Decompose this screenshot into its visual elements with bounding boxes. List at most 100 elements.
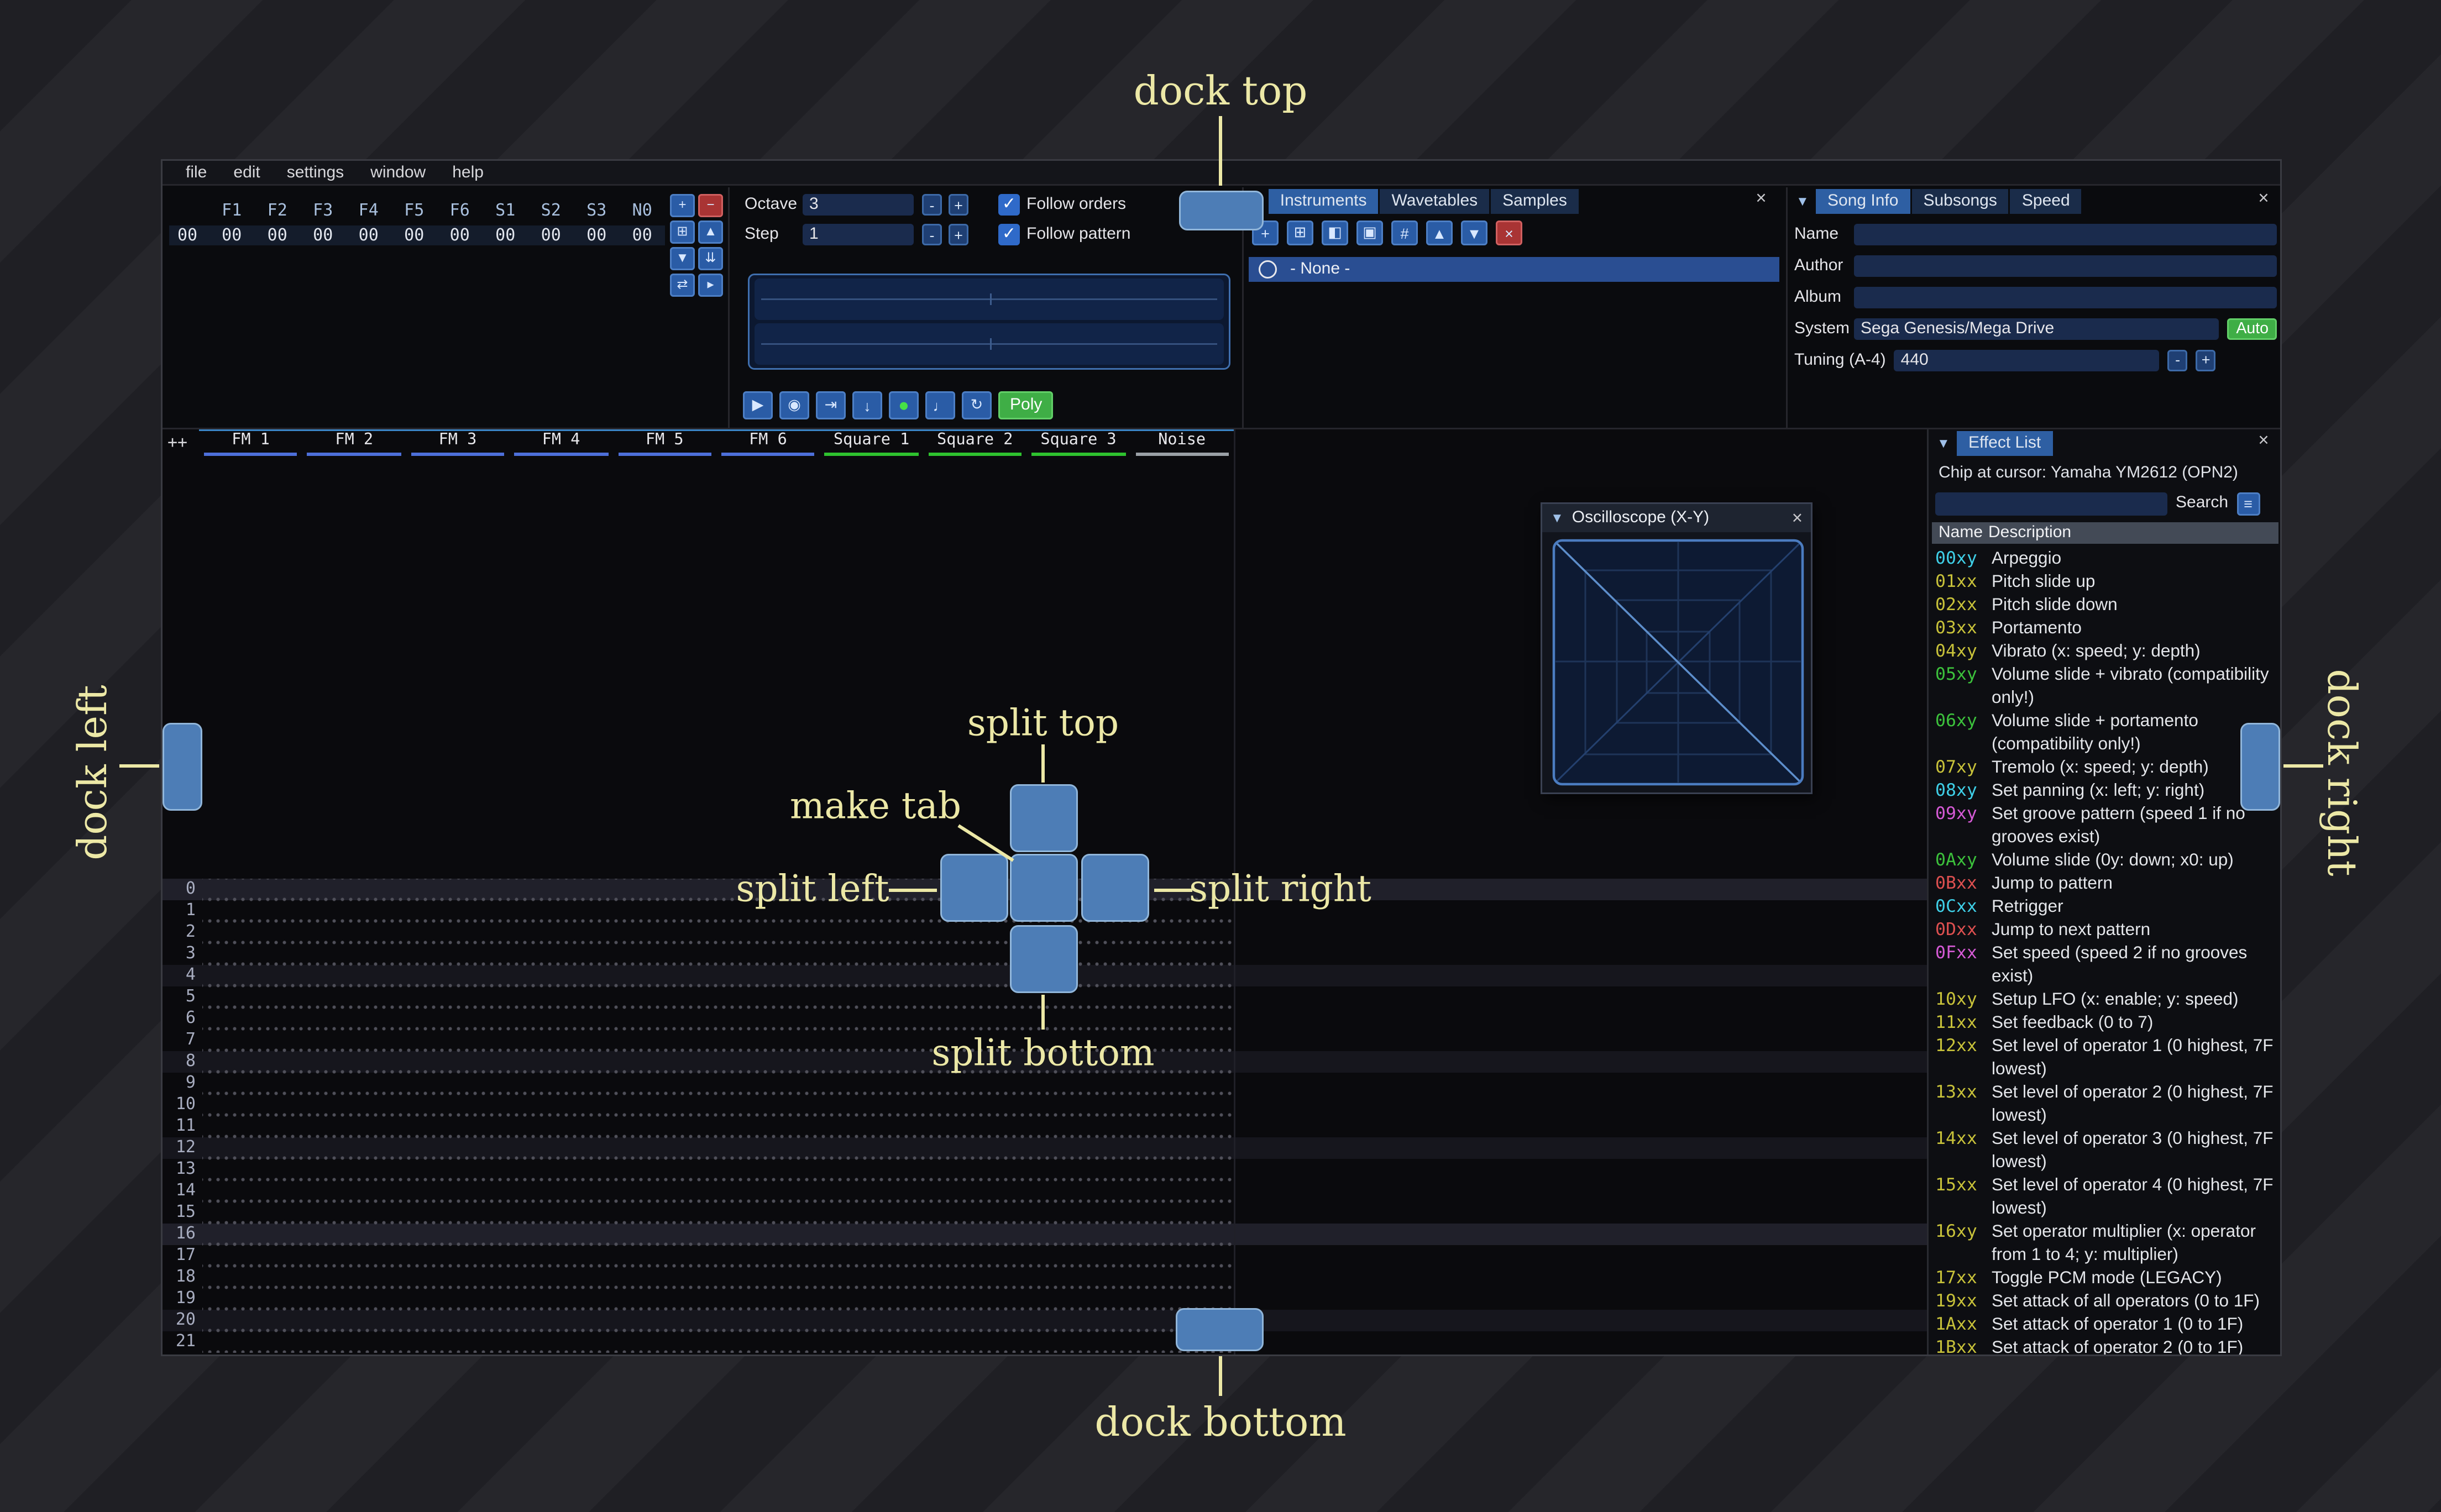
channel-header-fm-6[interactable]: FM 6	[716, 431, 820, 456]
split-top-target[interactable]	[1010, 784, 1078, 852]
orders-value-F6[interactable]: 00	[437, 227, 483, 245]
row-empty-cells[interactable]	[202, 1159, 1234, 1180]
orders-value-F3[interactable]: 00	[300, 227, 346, 245]
row-empty-cells[interactable]	[202, 986, 1234, 1008]
pattern-row-6[interactable]: 6	[163, 1008, 1927, 1030]
orders-change-all-button[interactable]: ⇄	[670, 274, 695, 297]
repeat-pattern-button[interactable]: ↻	[962, 391, 992, 419]
effect-row-0Fxx[interactable]: 0Fxx Set speed (speed 2 if no grooves exi…	[1935, 942, 2277, 988]
menu-edit[interactable]: edit	[233, 164, 260, 182]
pattern-row-14[interactable]: 14	[163, 1180, 1927, 1202]
follow-orders-checkbox[interactable]: ✓	[998, 194, 1020, 216]
split-bottom-target[interactable]	[1010, 925, 1078, 993]
orders-move-up-button[interactable]: ▲	[698, 221, 723, 244]
effect-search-input[interactable]	[1935, 491, 2167, 515]
name-input[interactable]	[1854, 223, 2277, 245]
orders-move-down-button[interactable]: ▼	[670, 247, 695, 270]
songinfo-collapse-icon[interactable]: ▼	[1796, 194, 1809, 209]
channel-header-square-3[interactable]: Square 3	[1026, 431, 1130, 456]
menu-window[interactable]: window	[370, 164, 426, 182]
channel-header-noise[interactable]: Noise	[1130, 431, 1234, 456]
effect-row-13xx[interactable]: 13xx Set level of operator 2 (0 highest, …	[1935, 1081, 2277, 1127]
effect-row-05xy[interactable]: 05xy Volume slide + vibrato (compatibilit…	[1935, 663, 2277, 710]
tuning-decrease-button[interactable]: -	[2167, 349, 2188, 371]
effect-row-16xy[interactable]: 16xy Set operator multiplier (x: operator…	[1935, 1220, 2277, 1267]
oscilloscope-title-bar[interactable]: ▼ Oscilloscope (X-Y) ×	[1542, 504, 1811, 532]
effect-row-12xx[interactable]: 12xx Set level of operator 1 (0 highest, …	[1935, 1035, 2277, 1081]
tab-wavetables[interactable]: Wavetables	[1380, 189, 1490, 214]
row-empty-cells[interactable]	[202, 922, 1234, 943]
orders-value-S2[interactable]: 00	[528, 227, 574, 245]
poly-mono-button[interactable]: Poly	[998, 391, 1054, 419]
tab-effect-list[interactable]: Effect List	[1957, 431, 2053, 456]
channel-header-square-2[interactable]: Square 2	[923, 431, 1026, 456]
channel-header-fm-4[interactable]: FM 4	[510, 431, 613, 456]
make-tab-target[interactable]	[1010, 854, 1078, 922]
metronome-button[interactable]: ♩	[925, 391, 955, 419]
edit-record-toggle-button[interactable]: ●	[889, 391, 919, 419]
row-empty-cells[interactable]	[202, 879, 1234, 900]
pattern-row-10[interactable]: 10	[163, 1094, 1927, 1116]
row-empty-cells[interactable]	[202, 1310, 1234, 1331]
pattern-row-9[interactable]: 9	[163, 1073, 1927, 1094]
pattern-row-18[interactable]: 18	[163, 1267, 1927, 1288]
step-one-row-button[interactable]: ↓	[852, 391, 882, 419]
effect-row-10xy[interactable]: 10xy Setup LFO (x: enable; y: speed)	[1935, 988, 2277, 1011]
effect-row-09xy[interactable]: 09xy Set groove pattern (speed 1 if no gr…	[1935, 802, 2277, 849]
effect-row-01xx[interactable]: 01xx Pitch slide up	[1935, 570, 2277, 594]
row-empty-cells[interactable]	[202, 965, 1234, 986]
effectlist-close-icon[interactable]: ×	[2254, 431, 2274, 451]
album-input[interactable]	[1854, 286, 2277, 308]
effect-row-1Bxx[interactable]: 1Bxx Set attack of operator 2 (0 to 1F)	[1935, 1336, 2277, 1355]
effect-row-03xx[interactable]: 03xx Portamento	[1935, 617, 2277, 640]
dock-bottom-target[interactable]	[1176, 1308, 1264, 1351]
orders-value-row[interactable]: 00 00 00 00 00 00 00 00 00 00 00	[169, 225, 665, 245]
orders-duplicate-end-button[interactable]: ⇊	[698, 247, 723, 270]
orders-row-number[interactable]: 00	[169, 227, 209, 245]
channel-header-fm-3[interactable]: FM 3	[406, 431, 509, 456]
effect-row-0Dxx[interactable]: 0Dxx Jump to next pattern	[1935, 918, 2277, 942]
songinfo-close-icon[interactable]: ×	[2254, 189, 2274, 209]
instruments-close-icon[interactable]: ×	[1751, 189, 1771, 209]
tab-instruments[interactable]: Instruments	[1268, 189, 1379, 214]
pattern-row-15[interactable]: 15	[163, 1202, 1927, 1224]
dock-right-target[interactable]	[2240, 723, 2280, 811]
play-from-beginning-button[interactable]: ◉	[779, 391, 809, 419]
channel-header-fm-5[interactable]: FM 5	[613, 431, 716, 456]
split-right-target[interactable]	[1081, 854, 1149, 922]
effect-row-02xx[interactable]: 02xx Pitch slide down	[1935, 594, 2277, 617]
channel-header-fm-1[interactable]: FM 1	[199, 431, 302, 456]
menu-file[interactable]: file	[186, 164, 207, 182]
effect-row-14xx[interactable]: 14xx Set level of operator 3 (0 highest, …	[1935, 1127, 2277, 1174]
split-left-target[interactable]	[940, 854, 1008, 922]
tab-subsongs[interactable]: Subsongs	[1911, 189, 2009, 214]
dock-top-target[interactable]	[1179, 191, 1264, 230]
play-once-button[interactable]: ⇥	[816, 391, 846, 419]
row-empty-cells[interactable]	[202, 1073, 1234, 1094]
tuning-input[interactable]: 440	[1894, 349, 2160, 371]
step-increase-button[interactable]: +	[949, 224, 968, 245]
channel-header-square-1[interactable]: Square 1	[820, 431, 923, 456]
orders-value-N0[interactable]: 00	[620, 227, 666, 245]
orders-value-F2[interactable]: 00	[255, 227, 301, 245]
row-empty-cells[interactable]	[202, 1202, 1234, 1224]
row-empty-cells[interactable]	[202, 943, 1234, 965]
instrument-duplicate-button[interactable]: ⊞	[1287, 221, 1313, 245]
orders-edit-mode-button[interactable]: ▸	[698, 274, 723, 297]
effect-row-0Bxx[interactable]: 0Bxx Jump to pattern	[1935, 872, 2277, 895]
row-empty-cells[interactable]	[202, 1267, 1234, 1288]
effect-row-04xy[interactable]: 04xy Vibrato (x: speed; y: depth)	[1935, 640, 2277, 663]
instrument-save-button[interactable]: ▣	[1356, 221, 1383, 245]
dock-left-target[interactable]	[163, 723, 202, 811]
tab-samples[interactable]: Samples	[1491, 189, 1579, 214]
row-empty-cells[interactable]	[202, 1245, 1234, 1267]
effectlist-collapse-icon[interactable]: ▼	[1937, 436, 1950, 451]
row-empty-cells[interactable]	[202, 1180, 1234, 1202]
orders-add-button[interactable]: +	[670, 194, 695, 217]
row-empty-cells[interactable]	[202, 1116, 1234, 1137]
instrument-open-button[interactable]: ◧	[1322, 221, 1348, 245]
instrument-move-up-button[interactable]: ▲	[1426, 221, 1453, 245]
system-auto-button[interactable]: Auto	[2228, 317, 2277, 339]
instrument-toggle-folders-button[interactable]: #	[1391, 221, 1418, 245]
row-empty-cells[interactable]	[202, 1288, 1234, 1310]
